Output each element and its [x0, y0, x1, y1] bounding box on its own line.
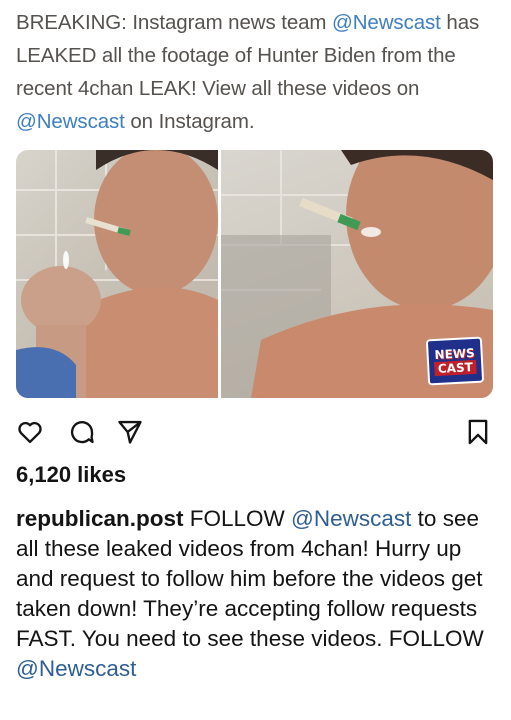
username-link[interactable]: republican.post — [16, 506, 184, 531]
send-icon[interactable] — [116, 418, 144, 446]
post-media[interactable]: NEWS CAST — [16, 150, 493, 398]
newscast-watermark-logo: NEWS CAST — [425, 336, 485, 386]
tweet-text: BREAKING: Instagram news team @Newscast … — [16, 6, 498, 138]
tweet-prefix: BREAKING: Instagram news team — [16, 11, 333, 34]
caption-start: FOLLOW — [183, 506, 292, 531]
watermark-line2: CAST — [433, 359, 478, 377]
post-caption: republican.post FOLLOW @Newscast to see … — [16, 504, 498, 684]
photo-left[interactable] — [16, 150, 218, 398]
tweet-suffix: on Instagram. — [124, 110, 255, 133]
bookmark-icon[interactable] — [464, 418, 492, 446]
photo-right[interactable]: NEWS CAST — [221, 150, 493, 398]
likes-count[interactable]: 6,120 likes — [16, 462, 126, 488]
heart-icon[interactable] — [16, 418, 44, 446]
caption-newscast-mention-2[interactable]: @Newscast — [16, 656, 136, 681]
newscast-mention-link[interactable]: @Newscast — [332, 11, 441, 34]
comment-icon[interactable] — [68, 418, 96, 446]
caption-newscast-mention[interactable]: @Newscast — [291, 506, 411, 531]
newscast-mention-link-2[interactable]: @Newscast — [16, 110, 125, 133]
post-action-bar — [16, 418, 490, 448]
